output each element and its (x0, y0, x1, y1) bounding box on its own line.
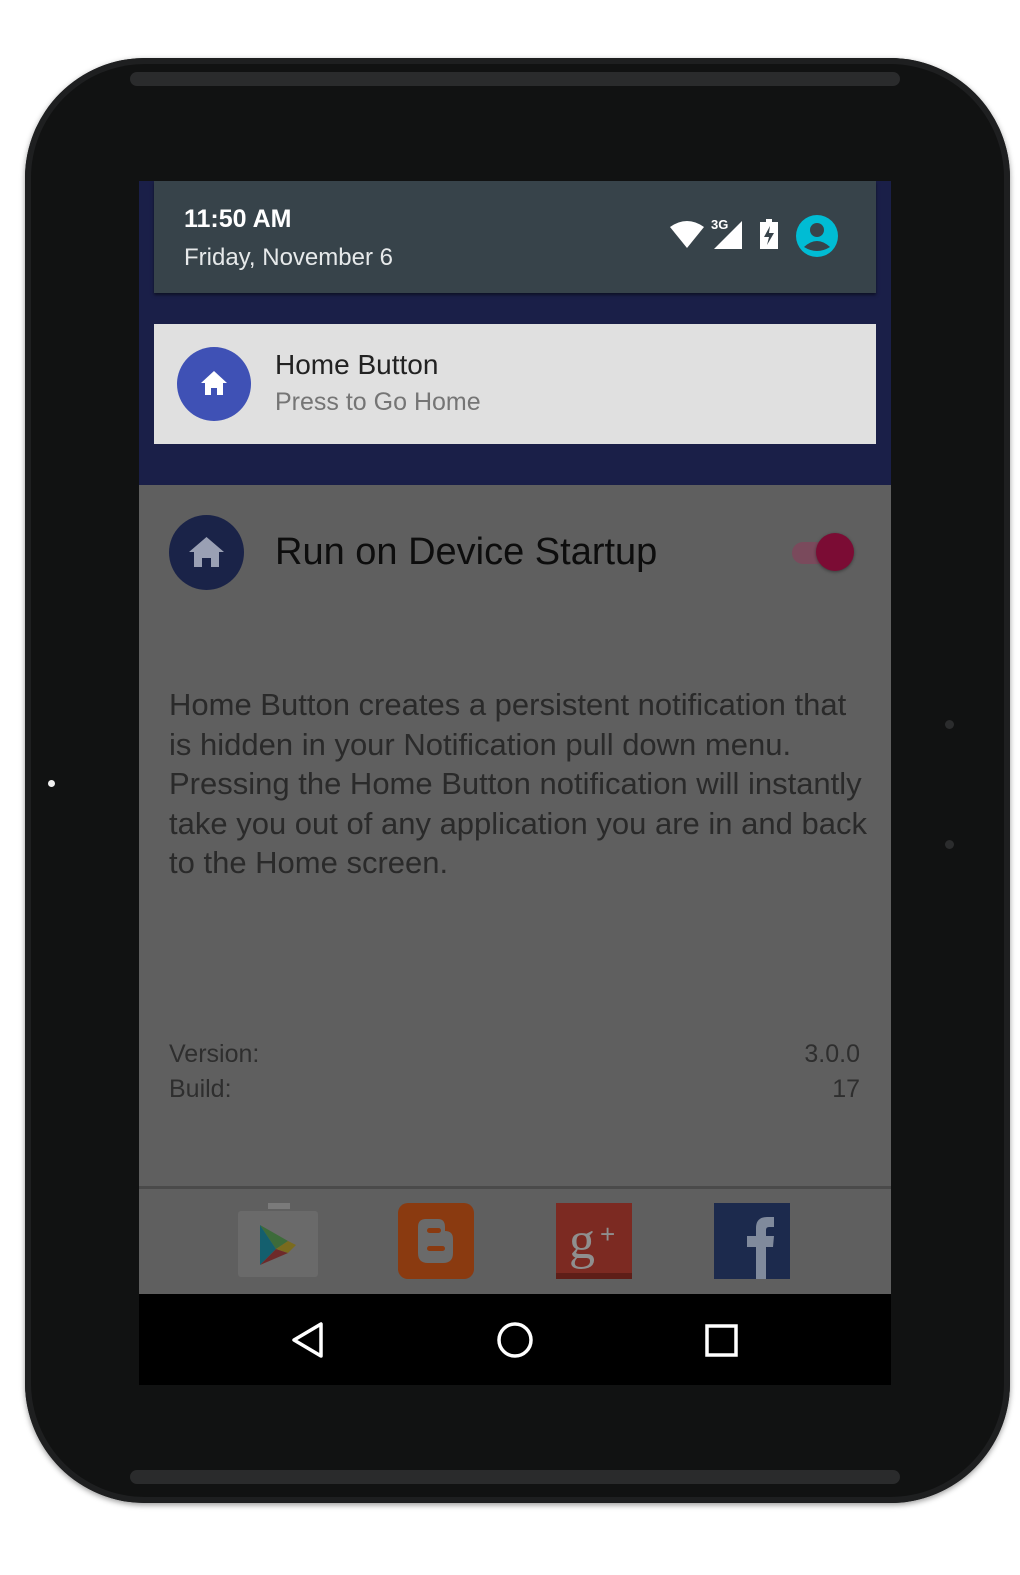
run-on-startup-label: Run on Device Startup (275, 531, 658, 573)
navigation-bar (139, 1294, 891, 1385)
version-value: 3.0.0 (804, 1040, 860, 1068)
recents-icon[interactable] (705, 1324, 739, 1363)
notification-text: Press to Go Home (275, 388, 481, 416)
home-icon[interactable] (496, 1321, 534, 1364)
notification-home-icon (177, 347, 251, 421)
app-home-icon (169, 515, 244, 590)
home-button-notification[interactable]: Home Button Press to Go Home (154, 324, 876, 444)
build-value: 17 (832, 1075, 860, 1103)
blogger-icon[interactable] (398, 1203, 474, 1279)
sensor-dot (945, 840, 954, 849)
toggle-thumb[interactable] (816, 533, 854, 571)
google-plus-icon[interactable]: g + (556, 1203, 632, 1279)
top-speaker-grille (130, 72, 900, 86)
build-label: Build: (169, 1075, 232, 1103)
front-camera (48, 780, 55, 787)
clock-date: Friday, November 6 (184, 244, 393, 271)
svg-text:+: + (600, 1219, 615, 1249)
svg-text:g: g (569, 1213, 595, 1270)
sensor-dot (945, 720, 954, 729)
version-label: Version: (169, 1040, 260, 1068)
account-icon[interactable] (796, 215, 838, 262)
google-play-icon[interactable] (238, 1203, 318, 1279)
notification-title: Home Button (275, 349, 439, 380)
back-icon[interactable] (291, 1322, 325, 1363)
screen: Run on Device Startup Home Button create… (139, 181, 891, 1385)
battery-charging-icon (760, 219, 778, 254)
quick-status-header: 11:50 AM Friday, November 6 3G (154, 181, 876, 293)
wifi-icon (670, 221, 704, 254)
footer-divider (139, 1186, 891, 1189)
bottom-speaker-grille (130, 1470, 900, 1484)
facebook-icon[interactable] (714, 1203, 790, 1279)
clock-time: 11:50 AM (184, 205, 292, 233)
app-description: Home Button creates a persistent notific… (169, 687, 867, 880)
cell-signal-icon (714, 221, 742, 254)
